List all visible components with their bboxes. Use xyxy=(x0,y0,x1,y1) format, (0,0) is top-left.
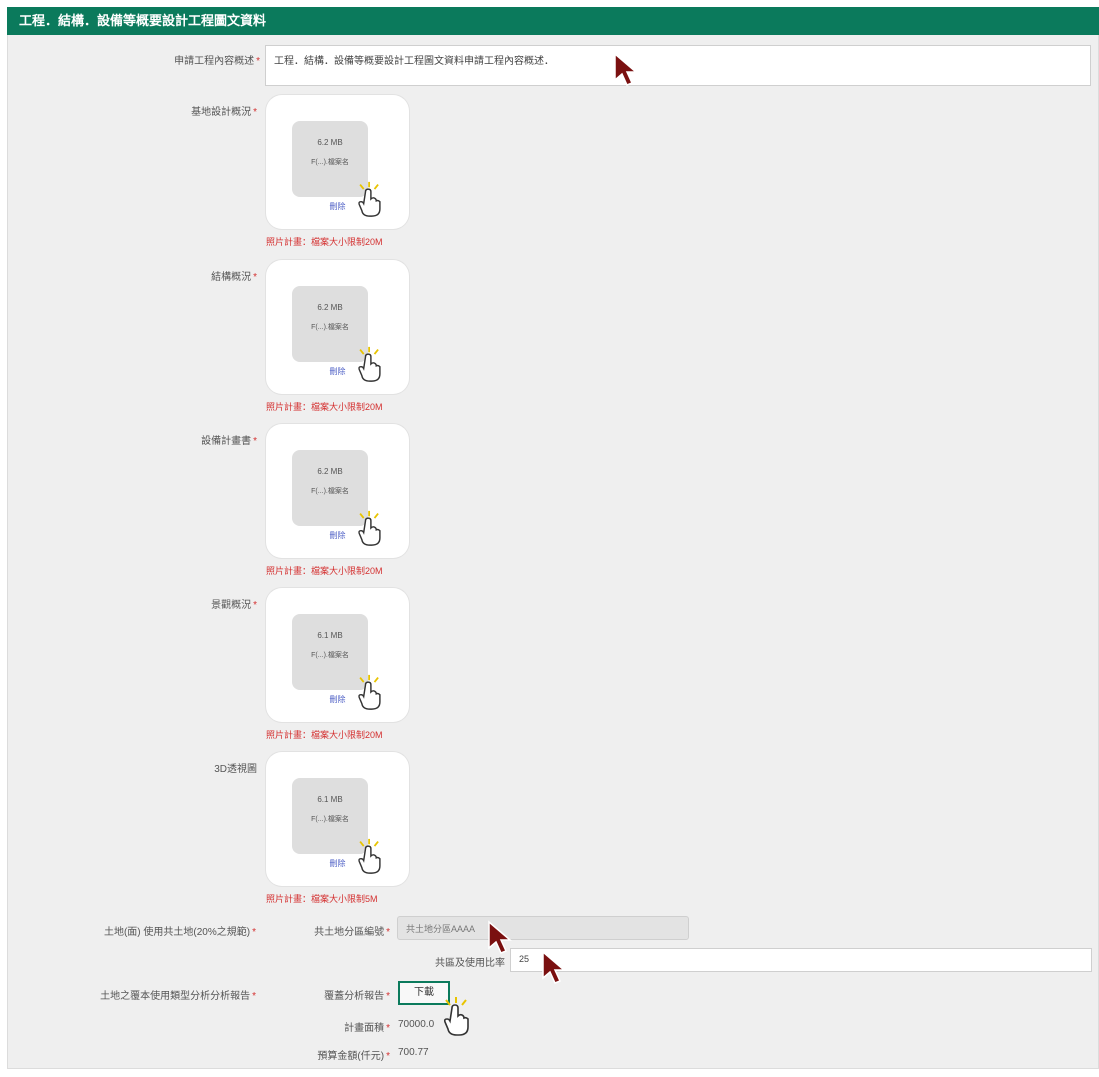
delete-link[interactable]: 刪除 xyxy=(266,694,409,705)
file-upload-zone[interactable]: 6.2 MB F(...).檔案名刪除 xyxy=(266,95,409,229)
upload-note: 照片計畫：檔案大小限制20M xyxy=(266,402,383,412)
required-marker: * xyxy=(252,927,256,938)
land-code-value: 共土地分區AAAA xyxy=(406,924,476,934)
file-name: F(...).檔案名 xyxy=(311,159,349,166)
file-size: 6.2 MB xyxy=(317,467,343,476)
analysis-section-label: 土地之覆本使用類型分析分析報告 * xyxy=(20,987,256,1002)
ratio-value: 25 xyxy=(519,954,530,964)
hand-cursor-icon xyxy=(358,510,381,546)
file-name: F(...).檔案名 xyxy=(311,488,349,495)
required-marker: * xyxy=(386,1051,390,1062)
file-upload-zone[interactable]: 6.2 MB F(...).檔案名刪除 xyxy=(266,260,409,394)
required-marker: * xyxy=(256,56,260,67)
hand-cursor-icon xyxy=(358,838,381,874)
delete-link[interactable]: 刪除 xyxy=(266,530,409,541)
upload-note: 照片計畫：檔案大小限制20M xyxy=(266,566,383,576)
required-marker: * xyxy=(253,272,257,283)
upload-label: 景觀概況 * xyxy=(100,596,257,611)
upload-label-text: 基地設計概況 xyxy=(191,107,252,118)
file-name: F(...).檔案名 xyxy=(311,324,349,331)
upload-label-text: 設備計畫書 xyxy=(201,436,252,447)
area-value: 70000.0 xyxy=(398,1019,435,1030)
section-header: 工程．結構．設備等概要設計工程圖文資料 xyxy=(7,7,1099,35)
required-marker: * xyxy=(386,1023,390,1034)
amount-label-text: 預算金額(仟元) xyxy=(317,1051,385,1062)
required-marker: * xyxy=(253,436,257,447)
required-marker: * xyxy=(253,600,257,611)
required-marker: * xyxy=(386,927,390,938)
area-label-text: 計畫面積 xyxy=(344,1023,385,1034)
report-label-text: 覆蓋分析報告 xyxy=(324,991,385,1002)
land-section-label: 土地(面) 使用共土地(20%之規範) * xyxy=(20,923,256,938)
ratio-label: 共區及使用比率 xyxy=(380,954,505,969)
file-upload-zone[interactable]: 6.1 MB F(...).檔案名刪除 xyxy=(266,588,409,722)
description-input[interactable]: 工程．結構．設備等概要設計工程圖文資料申請工程內容概述． xyxy=(265,45,1091,86)
description-label-text: 申請工程內容概述 xyxy=(174,56,255,67)
delete-link[interactable]: 刪除 xyxy=(266,201,409,212)
land-code-label-text: 共土地分區編號 xyxy=(314,927,385,938)
analysis-section-label-text: 土地之覆本使用類型分析分析報告 xyxy=(100,991,251,1002)
file-size: 6.2 MB xyxy=(317,303,343,312)
file-size: 6.1 MB xyxy=(317,795,343,804)
upload-label: 結構概況 * xyxy=(100,268,257,283)
hand-cursor-icon xyxy=(358,181,381,217)
amount-label: 預算金額(仟元) * xyxy=(280,1047,390,1062)
amount-value: 700.77 xyxy=(398,1047,429,1058)
required-marker: * xyxy=(386,991,390,1002)
upload-label-text: 3D透視圖 xyxy=(214,764,257,775)
upload-label: 3D透視圖 xyxy=(100,760,257,775)
ratio-input[interactable]: 25 xyxy=(510,948,1092,972)
file-name: F(...).檔案名 xyxy=(311,652,349,659)
upload-note: 照片計畫：檔案大小限制5M xyxy=(266,894,378,904)
required-marker: * xyxy=(253,107,257,118)
file-size: 6.2 MB xyxy=(317,138,343,147)
hand-cursor-icon xyxy=(358,674,381,710)
upload-label: 基地設計概況 * xyxy=(100,103,257,118)
upload-label-text: 景觀概況 xyxy=(211,600,252,611)
ratio-label-text: 共區及使用比率 xyxy=(435,958,505,969)
form-panel xyxy=(7,7,1099,1069)
file-upload-zone[interactable]: 6.2 MB F(...).檔案名刪除 xyxy=(266,424,409,558)
area-label: 計畫面積 * xyxy=(280,1019,390,1034)
file-name: F(...).檔案名 xyxy=(311,816,349,823)
delete-link[interactable]: 刪除 xyxy=(266,858,409,869)
file-upload-zone[interactable]: 6.1 MB F(...).檔案名刪除 xyxy=(266,752,409,886)
pointer-cursor-icon xyxy=(614,52,639,86)
pointer-cursor-icon xyxy=(542,950,567,984)
required-marker: * xyxy=(252,991,256,1002)
upload-label: 設備計畫書 * xyxy=(100,432,257,447)
report-label: 覆蓋分析報告 * xyxy=(280,987,390,1002)
upload-note: 照片計畫：檔案大小限制20M xyxy=(266,730,383,740)
description-value: 工程．結構．設備等概要設計工程圖文資料申請工程內容概述． xyxy=(274,56,554,67)
upload-note: 照片計畫：檔案大小限制20M xyxy=(266,237,383,247)
file-size: 6.1 MB xyxy=(317,631,343,640)
hand-cursor-icon xyxy=(443,997,469,1036)
hand-cursor-icon xyxy=(358,346,381,382)
land-code-label: 共土地分區編號 * xyxy=(280,923,390,938)
delete-link[interactable]: 刪除 xyxy=(266,366,409,377)
land-code-field: 共土地分區AAAA xyxy=(397,916,689,940)
upload-label-text: 結構概況 xyxy=(211,272,252,283)
land-section-label-text: 土地(面) 使用共土地(20%之規範) xyxy=(103,927,251,938)
description-label: 申請工程內容概述 * xyxy=(100,52,260,67)
